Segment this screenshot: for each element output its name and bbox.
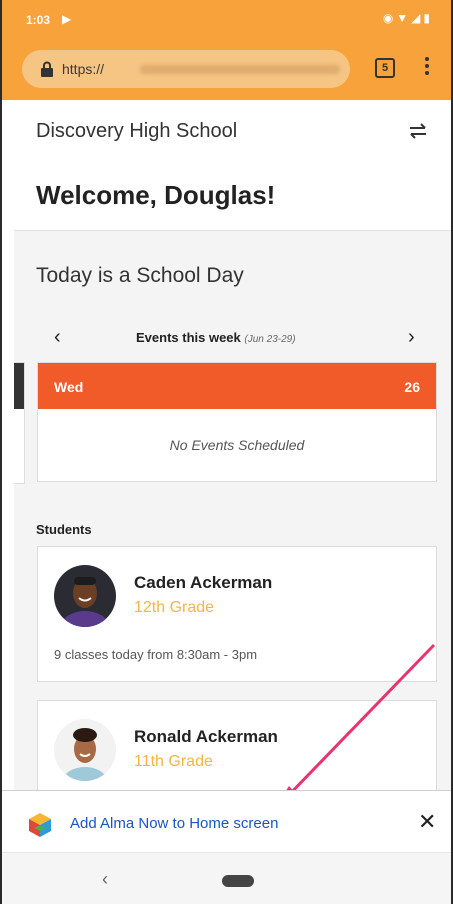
alma-logo-icon <box>29 813 51 837</box>
phone-screen: 1:03 ▶ ◉▼◢▮ https:// 5 Discovery High Sc… <box>0 0 453 904</box>
add-to-home-banner[interactable]: Add Alma Now to Home screen ✕ <box>2 790 451 853</box>
welcome-heading: Welcome, Douglas! <box>36 180 276 210</box>
media-icon: ▶ <box>62 12 72 26</box>
students-heading: Students <box>36 522 92 537</box>
tab-switcher-button[interactable]: 5 <box>375 58 395 78</box>
day-number: 26 <box>404 379 420 395</box>
url-text: https:// <box>62 61 105 77</box>
school-name: Discovery High School <box>36 120 238 142</box>
student-grade: 12th Grade <box>134 599 215 616</box>
back-icon[interactable]: ‹ <box>102 869 108 890</box>
student-grade: 11th Grade <box>134 753 213 770</box>
student-name: Caden Ackerman <box>134 573 273 592</box>
system-nav-bar: ‹ <box>2 852 451 904</box>
prev-day-card[interactable] <box>14 362 25 484</box>
day-name: Wed <box>54 379 84 395</box>
student-classes: 9 classes today from 8:30am - 3pm <box>54 647 258 662</box>
school-day-text: Today is a School Day <box>36 264 244 287</box>
events-title: Events this week <box>136 330 241 345</box>
status-icons: ◉▼◢▮ <box>382 11 433 25</box>
close-icon[interactable]: ✕ <box>418 809 436 835</box>
day-card[interactable]: Wed 26 No Events Scheduled <box>37 362 437 482</box>
url-blurred <box>140 65 340 74</box>
events-range: (Jun 23-29) <box>244 334 296 345</box>
lock-icon <box>41 61 53 77</box>
add-to-home-link[interactable]: Add Alma Now to Home screen <box>70 815 278 832</box>
student-card[interactable]: Caden Ackerman 12th Grade 9 classes toda… <box>37 546 437 682</box>
switch-icon[interactable] <box>407 120 429 142</box>
no-events-text: No Events Scheduled <box>169 437 305 453</box>
status-time: 1:03 <box>26 13 51 27</box>
day-header: Wed 26 <box>38 363 436 409</box>
address-bar[interactable]: https:// <box>22 50 350 88</box>
avatar <box>54 719 116 781</box>
home-pill-icon[interactable] <box>222 875 254 887</box>
browser-menu-icon[interactable] <box>422 54 432 82</box>
avatar <box>54 565 116 627</box>
chevron-left-icon[interactable]: ‹ <box>54 326 61 349</box>
status-bar: 1:03 ▶ ◉▼◢▮ <box>2 0 451 40</box>
browser-toolbar: https:// 5 <box>2 40 451 100</box>
events-header: Events this week (Jun 23-29) <box>136 330 296 345</box>
chevron-right-icon[interactable]: › <box>408 326 415 349</box>
student-name: Ronald Ackerman <box>134 727 278 746</box>
